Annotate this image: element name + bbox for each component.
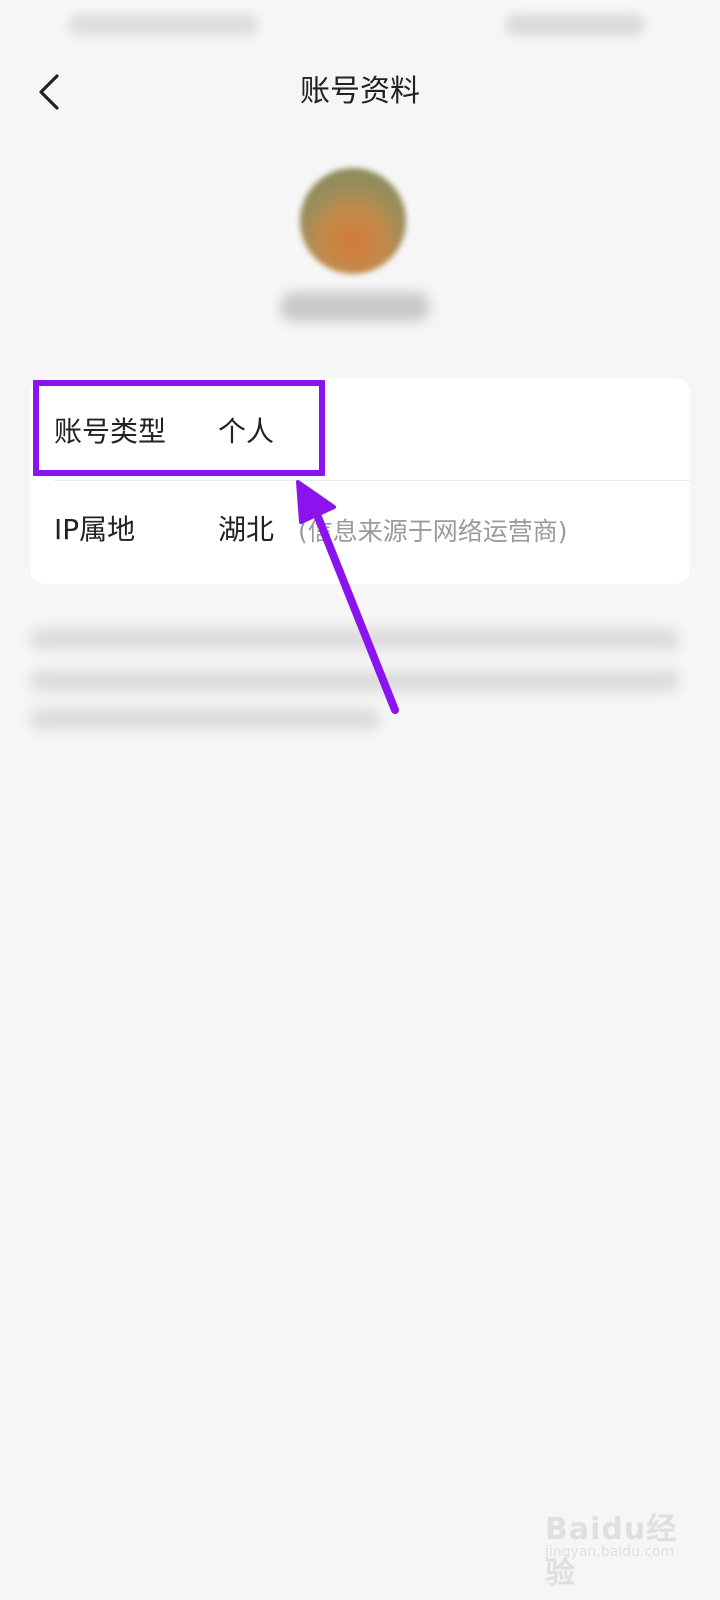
status-bar-left-blurred (68, 14, 258, 36)
baidu-jingyan-watermark: Baidu经验 jingyan.baidu.com (545, 1500, 685, 1591)
account-type-row: 账号类型 个人 (30, 382, 690, 482)
account-type-value: 个人 (218, 415, 275, 448)
ip-location-note: (信息来源于网络运营商) (298, 517, 568, 546)
account-info-card: 账号类型 个人 IP属地 湖北 (信息来源于网络运营商) (30, 378, 690, 584)
page-title: 账号资料 (300, 74, 420, 109)
ip-location-value: 湖北 (218, 513, 275, 546)
watermark-sub-text: jingyan.baidu.com (545, 1544, 675, 1560)
ip-location-label: IP属地 (54, 513, 136, 546)
ip-location-row: IP属地 湖北 (信息来源于网络运营商) (30, 480, 690, 580)
status-bar (0, 0, 720, 52)
account-type-label: 账号类型 (54, 415, 167, 448)
description-blurred-line (30, 628, 680, 650)
description-blurred-line (30, 708, 380, 730)
status-bar-right-blurred (505, 14, 645, 36)
username-blurred (280, 292, 430, 322)
avatar[interactable] (300, 168, 406, 274)
description-blurred-line (30, 670, 680, 692)
